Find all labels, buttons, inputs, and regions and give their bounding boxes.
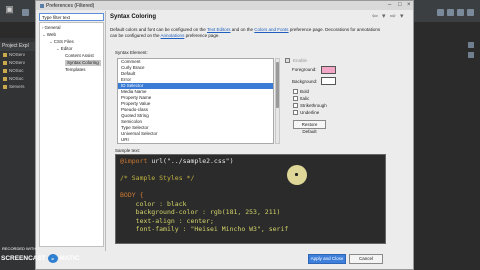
italic-label: Italic	[300, 96, 310, 101]
chevron-right-icon: ›	[42, 25, 44, 30]
close-icon[interactable]: ×	[407, 2, 411, 8]
description-text: can be configured on the	[110, 33, 161, 38]
description-text: preference page. Decorations for annotat…	[288, 27, 381, 32]
underline-checkbox[interactable]	[293, 110, 298, 115]
maximize-icon[interactable]	[468, 52, 474, 58]
strikethrough-label: Strikethrough	[300, 103, 327, 108]
back-icon[interactable]: ⇦	[372, 12, 378, 20]
tree-item-content-assist[interactable]: Content Assist	[65, 53, 94, 59]
minimize-icon[interactable]	[468, 42, 474, 48]
mouse-cursor-highlight	[287, 165, 307, 185]
forward-icon[interactable]: ⇨	[390, 12, 396, 20]
sample-url: url("../sample2.css")	[147, 157, 234, 165]
bold-label: Bold	[300, 89, 310, 94]
dialog-titlebar: Preferences (Filtered)	[36, 1, 413, 10]
syntax-element-label: Syntax Element:	[115, 50, 148, 55]
tree-item-css-files[interactable]: ⌄CSS Files	[49, 39, 74, 45]
pane-divider[interactable]	[105, 11, 106, 251]
tree-item-templates[interactable]: Templates	[65, 67, 86, 73]
sample-declaration: font-family : "Heisei Mincho W3", serif	[120, 225, 289, 233]
debug-icon[interactable]	[457, 9, 464, 16]
colors-fonts-link[interactable]: Colors and Fonts	[254, 27, 288, 32]
project-explorer-tab[interactable]: Project Expl	[0, 42, 38, 51]
sample-line: @import url("../sample2.css")	[120, 157, 234, 165]
sample-text-label: Sample text:	[115, 148, 141, 153]
sample-comment: /* Sample Styles */	[120, 174, 195, 182]
chevron-down-icon: ⌄	[42, 32, 46, 37]
foreground-color-button[interactable]	[321, 66, 336, 74]
description-text: Default colors and font can be configure…	[110, 27, 207, 32]
tree-item-web[interactable]: ⌄Web	[42, 32, 56, 38]
annotations-link[interactable]: Annotations	[161, 33, 185, 38]
minimize-icon[interactable]: –	[388, 2, 391, 8]
eclipse-icon	[40, 3, 44, 8]
enable-label: Enable	[293, 58, 308, 63]
project-item[interactable]: NOSoc	[3, 68, 24, 75]
enable-checkbox[interactable]	[285, 58, 290, 63]
watermark-caption: RECORDED WITH	[2, 246, 37, 251]
project-explorer: Project Expl NOServ NOServ NOSoc NOSoc S…	[0, 38, 38, 270]
tree-label: Editor	[60, 46, 73, 51]
description-text: and on the	[230, 27, 255, 32]
chevron-down-icon: ⌄	[49, 39, 53, 44]
foreground-label: Foreground:	[292, 67, 317, 72]
watermark-logo: SCREENCAST o MATIC	[1, 254, 80, 263]
preference-tree: ›General ⌄Web ⌄CSS Files ⌄Editor Content…	[39, 22, 104, 247]
scrollbar-thumb[interactable]	[276, 62, 279, 108]
strikethrough-checkbox[interactable]	[293, 103, 298, 108]
tree-label: Web	[46, 32, 56, 37]
new-icon[interactable]	[22, 9, 29, 16]
tree-label: General	[44, 25, 61, 30]
watermark-brand: SCREENCAST	[1, 255, 46, 263]
perspective-icon[interactable]	[437, 9, 444, 16]
project-item[interactable]: Servers	[3, 84, 25, 91]
description-text: preference page.	[184, 33, 220, 38]
italic-checkbox[interactable]	[293, 96, 298, 101]
tree-item-editor[interactable]: ⌄Editor	[56, 46, 73, 52]
chevron-down-icon[interactable]: ▾	[400, 12, 404, 20]
dialog-title: Preferences (Filtered)	[46, 3, 95, 9]
underline-label: Underline	[300, 110, 320, 115]
cursor-icon	[295, 173, 298, 176]
background-label: Background:	[292, 79, 318, 84]
chevron-down-icon[interactable]: ▾	[382, 12, 386, 20]
screencast-logo-icon: o	[47, 254, 58, 263]
java-ee-icon[interactable]	[447, 9, 454, 16]
sample-import: @import	[120, 157, 148, 165]
project-item[interactable]: NOServ	[3, 52, 25, 59]
syntax-element-list[interactable]: Comment Curly Brace Default Error ID Sel…	[117, 58, 274, 144]
page-title: Syntax Coloring	[110, 14, 157, 20]
sample-selector: BODY {	[120, 191, 144, 199]
sample-declaration: background-color : rgb(181, 253, 211)	[120, 208, 281, 216]
chevron-down-icon: ⌄	[56, 46, 60, 51]
window-icon[interactable]: ▣	[5, 5, 14, 14]
preferences-dialog: Preferences (Filtered) – □ × Type filter…	[35, 0, 414, 270]
project-item[interactable]: NOServ	[3, 60, 25, 67]
tree-item-general[interactable]: ›General	[42, 25, 61, 31]
maximize-icon[interactable]: □	[398, 2, 402, 8]
text-editors-link[interactable]: Text Editors	[207, 27, 231, 32]
list-item[interactable]: URI	[118, 137, 273, 143]
background-color-button[interactable]	[321, 77, 336, 85]
page-description: Default colors and font can be configure…	[110, 27, 410, 39]
filter-input[interactable]: Type filter text	[39, 13, 104, 21]
bold-checkbox[interactable]	[293, 89, 298, 94]
sample-preview: @import url("../sample2.css") /* Sample …	[115, 154, 386, 244]
tree-item-syntax-coloring[interactable]: Syntax Coloring	[65, 60, 101, 66]
outline-area	[414, 22, 480, 270]
watermark-suffix: MATIC	[59, 255, 80, 263]
project-item[interactable]: NOSoc	[3, 76, 24, 83]
list-scrollbar[interactable]	[275, 58, 280, 144]
tree-label: CSS Files	[53, 39, 74, 44]
restore-default-button[interactable]: Restore Default	[293, 120, 326, 134]
apply-and-close-button[interactable]: Apply and Close	[308, 254, 346, 264]
git-icon[interactable]	[467, 9, 474, 16]
cancel-button[interactable]: Cancel	[349, 254, 383, 264]
